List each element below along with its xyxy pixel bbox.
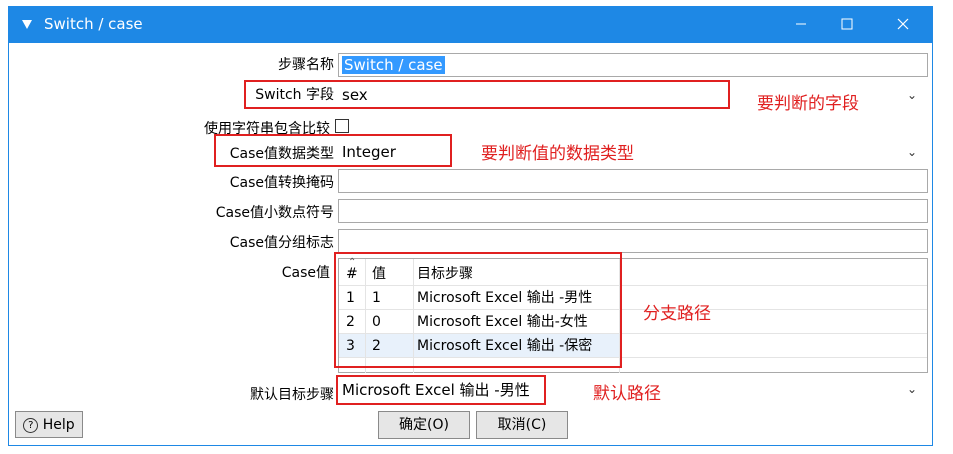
help-button[interactable]: ? Help <box>15 411 83 438</box>
help-icon: ? <box>23 417 39 433</box>
app-icon <box>22 20 32 29</box>
case-mask-input[interactable] <box>338 169 928 193</box>
cancel-button[interactable]: 取消(C) <box>476 411 568 439</box>
title-bar: Switch / case <box>8 6 933 43</box>
maximize-icon <box>841 18 853 30</box>
annotation-default: 默认路径 <box>593 384 661 404</box>
close-button[interactable] <box>880 6 926 43</box>
ok-button-label: 确定(O) <box>399 417 449 433</box>
maximize-button[interactable] <box>824 6 870 43</box>
use-string-compare-checkbox[interactable] <box>335 119 349 133</box>
step-name-value: Switch / case <box>342 56 445 74</box>
case-decimal-input[interactable] <box>338 199 928 223</box>
minimize-button[interactable] <box>778 6 824 43</box>
case-values-label: Case值 <box>281 265 330 281</box>
help-button-label: Help <box>42 417 75 433</box>
step-name-input[interactable]: Switch / case <box>338 53 928 77</box>
cancel-button-label: 取消(C) <box>497 417 547 433</box>
default-target-label: 默认目标步骤 <box>250 387 334 403</box>
annotation-box-switch-field <box>244 80 730 109</box>
window-title: Switch / case <box>44 15 143 33</box>
close-icon <box>897 18 909 30</box>
case-decimal-label: Case值小数点符号 <box>215 205 334 221</box>
chevron-down-icon[interactable]: ⌄ <box>907 88 917 102</box>
chevron-down-icon[interactable]: ⌄ <box>907 145 917 159</box>
case-group-label: Case值分组标志 <box>229 235 334 251</box>
annotation-case-type: 要判断值的数据类型 <box>481 144 634 164</box>
case-mask-label: Case值转换掩码 <box>229 175 334 191</box>
annotation-box-branch <box>334 252 622 368</box>
minimize-icon <box>796 23 806 25</box>
annotation-branch: 分支路径 <box>643 304 711 324</box>
step-name-label: 步骤名称 <box>278 57 334 73</box>
case-group-input[interactable] <box>338 229 928 253</box>
annotation-box-case-type <box>214 134 452 167</box>
annotation-box-default <box>336 375 546 405</box>
ok-button[interactable]: 确定(O) <box>378 411 470 439</box>
chevron-down-icon[interactable]: ⌄ <box>907 382 917 396</box>
annotation-switch-field: 要判断的字段 <box>757 94 859 114</box>
